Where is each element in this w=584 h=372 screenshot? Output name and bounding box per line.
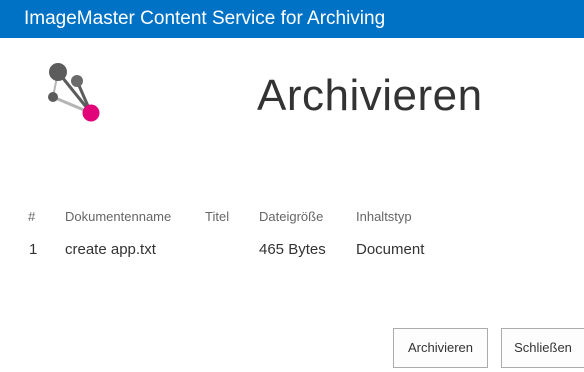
page-heading: Archivieren — [257, 71, 483, 120]
network-nodes-icon — [44, 58, 106, 124]
column-header-content-type: Inhaltstyp — [356, 209, 412, 224]
row-document-name: create app.txt — [65, 241, 156, 258]
row-content-type: Document — [356, 241, 425, 258]
window-title: ImageMaster Content Service for Archivin… — [24, 8, 386, 29]
column-header-file-size: Dateigröße — [259, 209, 324, 224]
column-header-document-name: Dokumentenname — [65, 209, 172, 224]
archive-button[interactable]: Archivieren — [393, 328, 488, 368]
close-button[interactable]: Schließen — [501, 328, 584, 368]
column-header-title: Titel — [205, 209, 230, 224]
dialog-page: ImageMaster Content Service for Archivin… — [0, 0, 584, 372]
title-bar: ImageMaster Content Service for Archivin… — [0, 0, 584, 38]
column-header-number: # — [28, 209, 36, 224]
row-index: 1 — [29, 241, 38, 258]
row-file-size: 465 Bytes — [259, 241, 326, 258]
logo-graphic — [48, 63, 100, 122]
